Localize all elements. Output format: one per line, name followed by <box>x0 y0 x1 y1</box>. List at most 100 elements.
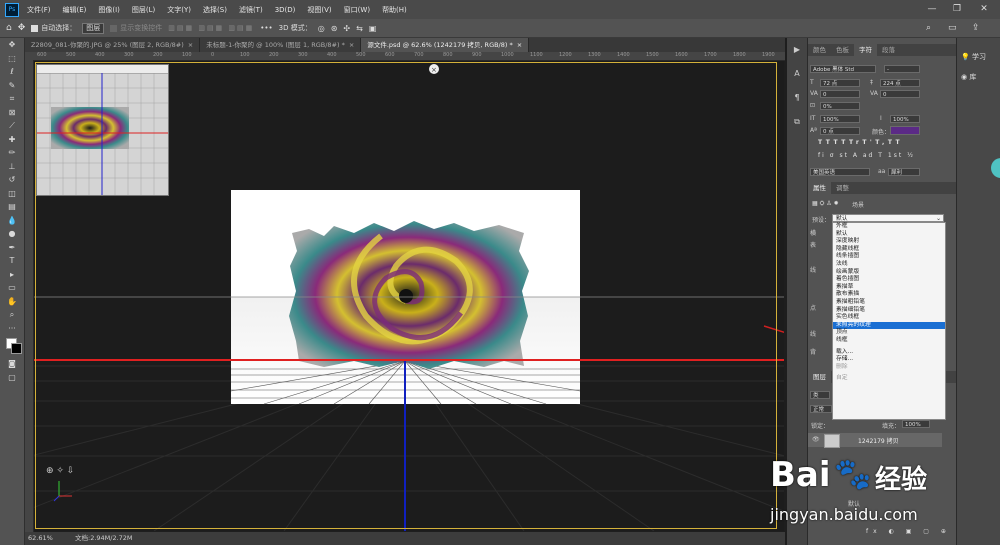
pen-icon[interactable]: ✒ <box>0 241 24 255</box>
layer-row[interactable]: 👁 1242179 拷贝 <box>808 433 942 448</box>
preset-option[interactable]: 外框 <box>833 223 945 231</box>
preset-option[interactable]: 线条插图 <box>833 253 945 261</box>
vscale-field[interactable]: 100% <box>820 115 860 123</box>
blur-icon[interactable]: 💧 <box>0 214 24 228</box>
font-family-select[interactable]: Adobe 黑体 Std <box>810 65 876 73</box>
stamp-icon[interactable]: ⊥ <box>0 160 24 174</box>
history-panel-icon[interactable]: ▶ <box>787 38 807 62</box>
baseline-field[interactable]: 0 点 <box>820 127 860 135</box>
small-caps[interactable]: Tr <box>849 139 862 146</box>
workspace-icon[interactable]: ▭ <box>948 23 957 33</box>
brush-icon[interactable]: ✏ <box>0 146 24 160</box>
preset-option[interactable]: 素描细铅笔 <box>833 307 945 315</box>
ot-swash[interactable]: A <box>853 152 859 159</box>
tracking-field[interactable]: 0 <box>880 90 920 98</box>
doc-tab-3[interactable]: 源文件.psd @ 62.6% (1242179 拷贝, RGB/8) * × <box>361 38 530 52</box>
doc-tab-2[interactable]: 未标题-1-你聚的 @ 100% (图层 1, RGB/8#) * × <box>200 38 362 52</box>
search-icon[interactable]: ⌕ <box>926 23 931 33</box>
menu-edit[interactable]: 编辑(E) <box>63 5 87 15</box>
zoom-level[interactable]: 62.61% <box>28 532 53 545</box>
load-preset[interactable]: 载入... <box>833 349 945 357</box>
char-panel-icon[interactable]: A <box>787 62 807 86</box>
side-tab[interactable] <box>991 158 1000 178</box>
preset-option[interactable]: 着色插图 <box>833 276 945 284</box>
faux-bold[interactable]: T <box>818 139 826 146</box>
para-panel-icon[interactable]: ¶ <box>787 86 807 110</box>
font-size-field[interactable]: 72 点 <box>820 79 860 87</box>
menu-layer[interactable]: 图层(L) <box>132 5 155 15</box>
glyph-panel-icon[interactable]: ⧉ <box>787 110 807 134</box>
doc-tab-1[interactable]: Z2809_081-你聚的.JPG @ 25% (图层 2, RGB/8#) × <box>25 38 201 52</box>
preset-option[interactable]: 实色线框 <box>833 314 945 322</box>
eyedropper-icon[interactable]: ⟋ <box>0 119 24 133</box>
eye-icon[interactable]: 👁 <box>812 436 820 443</box>
tab-paragraph[interactable]: 段落 <box>877 44 900 56</box>
leading-field[interactable]: 224 点 <box>880 79 920 87</box>
subscript[interactable]: T, <box>875 139 888 146</box>
home-icon[interactable]: ⌂ <box>6 23 12 33</box>
scene-icons[interactable]: ▦ ⛭ ♙ ✹ <box>812 200 839 208</box>
preset-option[interactable]: 散布素描 <box>833 291 945 299</box>
maximize-icon[interactable]: ❐ <box>945 0 969 19</box>
menu-select[interactable]: 选择(S) <box>203 5 227 15</box>
crop-icon[interactable]: ⌗ <box>0 92 24 106</box>
marquee-icon[interactable]: ⬚ <box>0 52 24 66</box>
preset-select[interactable]: 默认 ⌄ <box>832 214 944 222</box>
tab-layers[interactable]: 图层 <box>808 371 831 383</box>
zoom-icon[interactable]: ⌕ <box>0 308 24 322</box>
ot-stylistic[interactable]: ad <box>863 152 875 159</box>
show-transform-checkbox[interactable]: 显示变换控件 <box>110 23 162 33</box>
menu-view[interactable]: 视图(V) <box>307 5 331 15</box>
ot-ligatures[interactable]: fi <box>818 152 826 159</box>
preset-option[interactable]: 顶点 <box>833 329 945 337</box>
preset-option-selected[interactable]: 未照亮的纹理 <box>833 321 945 330</box>
ot-fractions[interactable]: ½ <box>907 152 915 159</box>
menu-help[interactable]: 帮助(H) <box>382 5 407 15</box>
orbit-3d-icon[interactable]: ◎ <box>318 24 325 33</box>
all-caps[interactable]: TT <box>833 139 848 146</box>
menu-window[interactable]: 窗口(W) <box>344 5 370 15</box>
menu-image[interactable]: 图像(I) <box>98 5 120 15</box>
preset-option[interactable]: 素描粗铅笔 <box>833 299 945 307</box>
tsume-field[interactable]: 0% <box>820 102 860 110</box>
layer-name[interactable]: 1242179 拷贝 <box>858 436 899 445</box>
close-tab-icon[interactable]: × <box>517 41 522 49</box>
underline[interactable]: T <box>888 139 896 146</box>
secondary-view[interactable] <box>36 64 169 196</box>
minimize-icon[interactable]: — <box>920 0 944 19</box>
path-select-icon[interactable]: ▸ <box>0 268 24 282</box>
antialias-select[interactable]: 犀利 <box>888 168 920 176</box>
auto-select-dropdown[interactable]: 图层 <box>82 22 105 34</box>
align-icons[interactable]: ▥▤▦ ▥▤▦ ▥▤▦ <box>168 24 254 32</box>
more-tools-icon[interactable]: ··· <box>0 322 24 336</box>
save-preset[interactable]: 存储... <box>833 356 945 364</box>
screen-mode-icon[interactable]: ▢ <box>0 371 24 385</box>
hscale-field[interactable]: 100% <box>890 115 920 123</box>
move-icon[interactable]: ✥ <box>0 38 24 52</box>
library-item[interactable]: ◉ 库 <box>961 72 976 82</box>
tab-character[interactable]: 字符 <box>854 44 877 56</box>
quick-mask-icon[interactable]: ◙ <box>0 357 24 371</box>
opentype-buttons[interactable]: fi σ st A ad T 1st ½ <box>818 152 915 159</box>
tab-properties[interactable]: 属性 <box>808 182 831 194</box>
kerning-field[interactable]: 0 <box>820 90 860 98</box>
preset-option[interactable]: 线框 <box>833 337 945 345</box>
close-tab-icon[interactable]: × <box>188 41 193 49</box>
heal-icon[interactable]: ✚ <box>0 133 24 147</box>
ot-titling[interactable]: T <box>878 152 884 159</box>
tab-color[interactable]: 颜色 <box>808 44 831 56</box>
dodge-icon[interactable]: ● <box>0 227 24 241</box>
scale-3d-icon[interactable]: ▣ <box>369 24 377 33</box>
quick-select-icon[interactable]: ✎ <box>0 79 24 93</box>
language-select[interactable]: 美国英语 <box>810 168 870 176</box>
doc-size[interactable]: 文档:2.94M/2.72M <box>75 532 133 545</box>
ot-discretionary[interactable]: st <box>839 152 848 159</box>
history-brush-icon[interactable]: ↺ <box>0 173 24 187</box>
tab-swatches[interactable]: 色板 <box>831 44 854 56</box>
pan-3d-icon[interactable]: ✣ <box>343 24 350 33</box>
strikethrough[interactable]: T <box>896 139 904 146</box>
preset-option[interactable]: 深度映射 <box>833 238 945 246</box>
menu-3d[interactable]: 3D(D) <box>275 6 296 14</box>
font-style-select[interactable]: - <box>884 65 920 73</box>
menu-filter[interactable]: 滤镜(T) <box>239 5 263 15</box>
